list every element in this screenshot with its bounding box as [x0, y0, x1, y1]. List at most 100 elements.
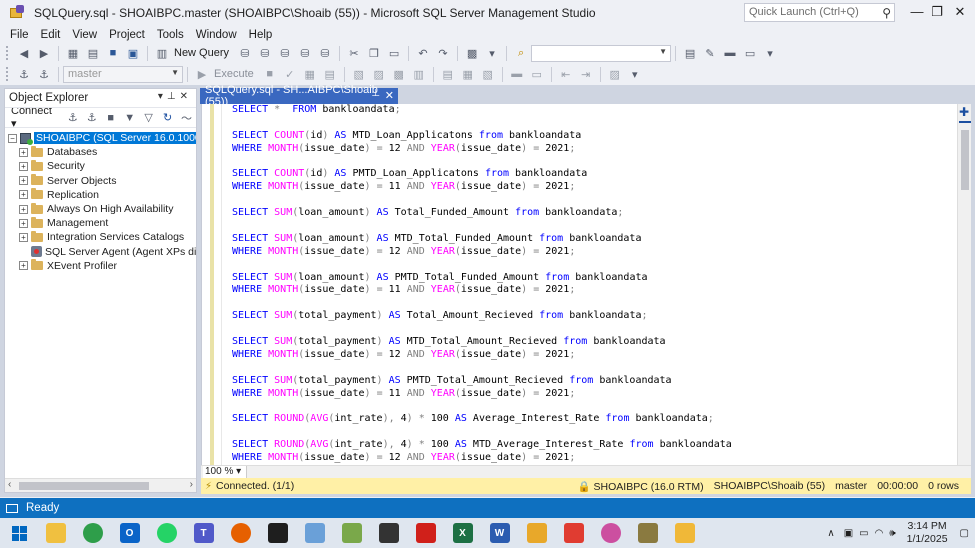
tree-node-sql-agent[interactable]: SQL Server Agent (Agent XPs disabled)	[5, 245, 196, 259]
code-line[interactable]	[232, 194, 732, 207]
increase-indent-icon[interactable]: ⇥	[578, 66, 594, 82]
volume-icon[interactable]: 🕪	[889, 528, 895, 539]
collapse-icon[interactable]: −	[8, 133, 17, 143]
code-line[interactable]	[232, 297, 732, 310]
mdx-query-icon[interactable]: ⛁	[257, 45, 273, 61]
code-line[interactable]: WHERE MONTH(issue_date) = 12 AND YEAR(is…	[232, 452, 732, 465]
code-line[interactable]: SELECT COUNT(id) AS MTD_Loan_Applicatons…	[232, 130, 732, 143]
tree-node-server-objects[interactable]: + Server Objects	[5, 174, 196, 188]
refresh-icon[interactable]: ↻	[160, 110, 175, 126]
tray-app-icon[interactable]: ▣	[844, 528, 853, 539]
excel-icon[interactable]: X	[452, 523, 473, 543]
open-file-icon[interactable]: ▤	[85, 45, 101, 61]
wifi-icon[interactable]: ◠	[875, 528, 884, 539]
tree-node-integration-services[interactable]: + Integration Services Catalogs	[5, 230, 196, 244]
dmx-query-icon[interactable]: ⛁	[277, 45, 293, 61]
results-to-grid-icon[interactable]: ▦	[460, 66, 476, 82]
outlook-icon[interactable]: O	[119, 523, 140, 543]
connect-dropdown[interactable]: Connect ▾	[11, 105, 57, 130]
app-icon[interactable]	[637, 523, 658, 543]
acrobat-icon[interactable]	[415, 523, 436, 543]
find-combo[interactable]: ▼	[531, 44, 672, 62]
pin-icon[interactable]: ⊥	[167, 91, 180, 102]
zoom-select[interactable]: 100 % ▾	[203, 466, 247, 478]
connect-icon[interactable]: ⚓	[16, 66, 32, 82]
client-stats-icon[interactable]: ▥	[411, 66, 427, 82]
forward-icon[interactable]: ▶	[36, 45, 52, 61]
window-layout-icon[interactable]: ▭	[742, 45, 758, 61]
save-all-icon[interactable]: ▣	[125, 45, 141, 61]
menu-window[interactable]: Window	[190, 29, 243, 41]
tree-node-security[interactable]: + Security	[5, 159, 196, 173]
code-line[interactable]: SELECT ROUND(AVG(int_rate), 4) * 100 AS …	[232, 413, 732, 426]
word-icon[interactable]: W	[489, 523, 510, 543]
undo-icon[interactable]: ↶	[415, 45, 431, 61]
chevron-up-icon[interactable]: ∧	[827, 528, 834, 539]
comment-icon[interactable]: ▬	[509, 66, 525, 82]
menu-file[interactable]: File	[4, 29, 35, 41]
git-icon[interactable]	[563, 523, 584, 543]
change-connection-icon[interactable]: ⚓	[36, 66, 52, 82]
menu-project[interactable]: Project	[103, 29, 151, 41]
notifications-icon[interactable]: ▢	[960, 528, 969, 539]
tab-sqlquery[interactable]: SQLQuery.sql - SH...AIBPC\Shoaib (55)) ⊥…	[200, 84, 398, 108]
code-line[interactable]	[232, 156, 732, 169]
new-query-button[interactable]: New Query	[174, 47, 229, 59]
close-button[interactable]: ✕	[950, 4, 970, 20]
toolbar-grip[interactable]	[6, 46, 10, 60]
disconnect-icon[interactable]: ⚓	[84, 110, 99, 126]
code-line[interactable]: WHERE MONTH(issue_date) = 12 AND YEAR(is…	[232, 349, 732, 362]
code-line[interactable]: SELECT * FROM bankloandata;	[232, 104, 732, 117]
include-plan-icon[interactable]: ▨	[371, 66, 387, 82]
wrench-icon[interactable]: ✎	[702, 45, 718, 61]
tree-node-always-on[interactable]: + Always On High Availability	[5, 202, 196, 216]
search-icon[interactable]: ⚲	[882, 6, 891, 20]
restore-button[interactable]: ❐	[927, 4, 947, 20]
code-line[interactable]	[232, 259, 732, 272]
database-query-icon[interactable]: ⛁	[237, 45, 253, 61]
virtualbox-icon[interactable]	[304, 523, 325, 543]
code-line[interactable]: SELECT SUM(loan_amount) AS MTD_Total_Fun…	[232, 233, 732, 246]
scroll-right-icon[interactable]: ›	[190, 479, 193, 490]
find-in-files-icon[interactable]: ⌕	[513, 45, 529, 61]
filter-settings-icon[interactable]: ▽	[141, 110, 156, 126]
expand-icon[interactable]: +	[19, 190, 28, 200]
properties-icon[interactable]: ▤	[682, 45, 698, 61]
decrease-indent-icon[interactable]: ⇤	[558, 66, 574, 82]
notepad-plus-icon[interactable]	[341, 523, 362, 543]
execute-icon[interactable]: ▶	[194, 66, 210, 82]
toolbar-grip[interactable]	[6, 67, 10, 81]
code-line[interactable]	[232, 117, 732, 130]
tree-node-management[interactable]: + Management	[5, 216, 196, 230]
app-icon[interactable]	[378, 523, 399, 543]
query-editor[interactable]: SELECT * FROM bankloandata; SELECT COUNT…	[201, 104, 971, 465]
dax-query-icon[interactable]: ⛁	[317, 45, 333, 61]
results-to-text-icon[interactable]: ▤	[440, 66, 456, 82]
close-icon[interactable]: ✕	[180, 91, 192, 102]
code-line[interactable]: WHERE MONTH(issue_date) = 11 AND YEAR(is…	[232, 388, 732, 401]
xmla-query-icon[interactable]: ⛁	[297, 45, 313, 61]
pin-icon[interactable]: ⊥	[371, 88, 380, 99]
code-line[interactable]: SELECT COUNT(id) AS PMTD_Loan_Applicaton…	[232, 168, 732, 181]
new-query-icon[interactable]: ▥	[154, 45, 170, 61]
estimated-plan-icon[interactable]: ▦	[302, 66, 318, 82]
clock[interactable]: 3:14 PM 1/1/2025	[907, 520, 948, 546]
code-line[interactable]: SELECT SUM(total_payment) AS MTD_Total_A…	[232, 336, 732, 349]
specify-values-icon[interactable]: ▨	[607, 66, 623, 82]
menu-edit[interactable]: Edit	[35, 29, 67, 41]
results-to-file-icon[interactable]: ▧	[480, 66, 496, 82]
tree-node-databases[interactable]: + Databases	[5, 145, 196, 159]
scrollbar-thumb[interactable]	[19, 482, 149, 490]
code-line[interactable]: WHERE MONTH(issue_date) = 11 AND YEAR(is…	[232, 284, 732, 297]
code-line[interactable]	[232, 400, 732, 413]
toolbar-options-icon[interactable]: ▾	[762, 45, 778, 61]
solution-config-icon[interactable]: ▾	[484, 45, 500, 61]
code-line[interactable]: SELECT SUM(loan_amount) AS Total_Funded_…	[232, 207, 732, 220]
query-designer-icon[interactable]: ▤	[322, 66, 338, 82]
scrollbar-thumb[interactable]	[961, 130, 969, 190]
tree-node-replication[interactable]: + Replication	[5, 188, 196, 202]
back-icon[interactable]: ◀	[16, 45, 32, 61]
teams-icon[interactable]: T	[193, 523, 214, 543]
new-project-icon[interactable]: ▦	[65, 45, 81, 61]
code-line[interactable]	[232, 220, 732, 233]
